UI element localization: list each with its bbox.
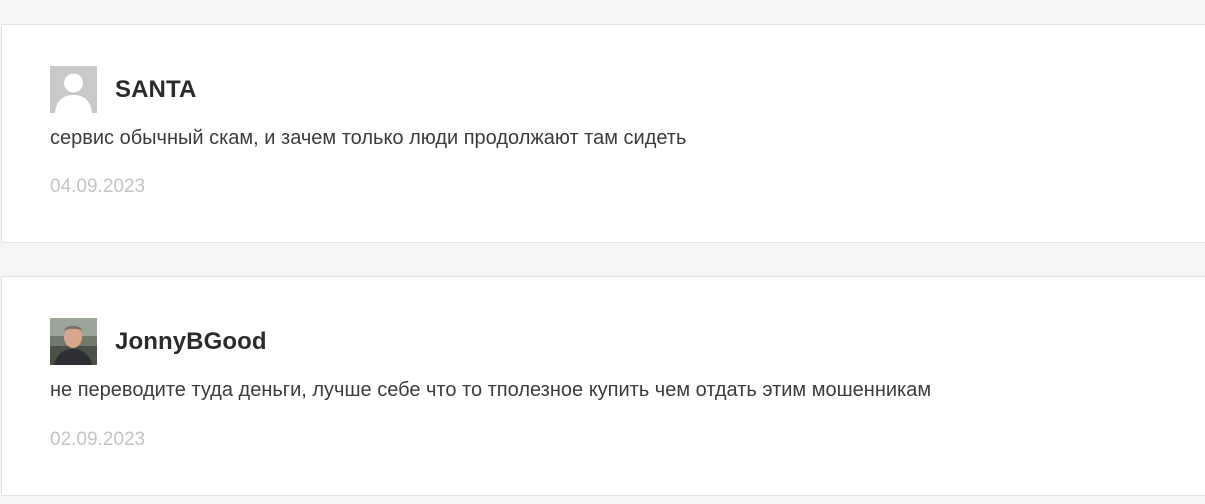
user-photo-avatar bbox=[50, 318, 97, 365]
comment-author-row: SANTA bbox=[50, 66, 196, 113]
comment-card: SANTA сервис обычный скам, и зачем тольк… bbox=[1, 24, 1205, 243]
comment-author-name: SANTA bbox=[115, 76, 197, 103]
comment-text: не переводите туда деньги, лучше себе чт… bbox=[50, 379, 932, 401]
comment-date: 04.09.2023 bbox=[50, 176, 146, 197]
default-user-avatar-icon bbox=[50, 66, 97, 113]
comment-author-row: JonnyBGood bbox=[50, 318, 267, 365]
comment-date: 02.09.2023 bbox=[50, 429, 146, 450]
comment-text: сервис обычный скам, и зачем только люди… bbox=[50, 127, 687, 149]
comment-author-name: JonnyBGood bbox=[115, 328, 267, 355]
comment-card: JonnyBGood не переводите туда деньги, лу… bbox=[1, 276, 1205, 496]
